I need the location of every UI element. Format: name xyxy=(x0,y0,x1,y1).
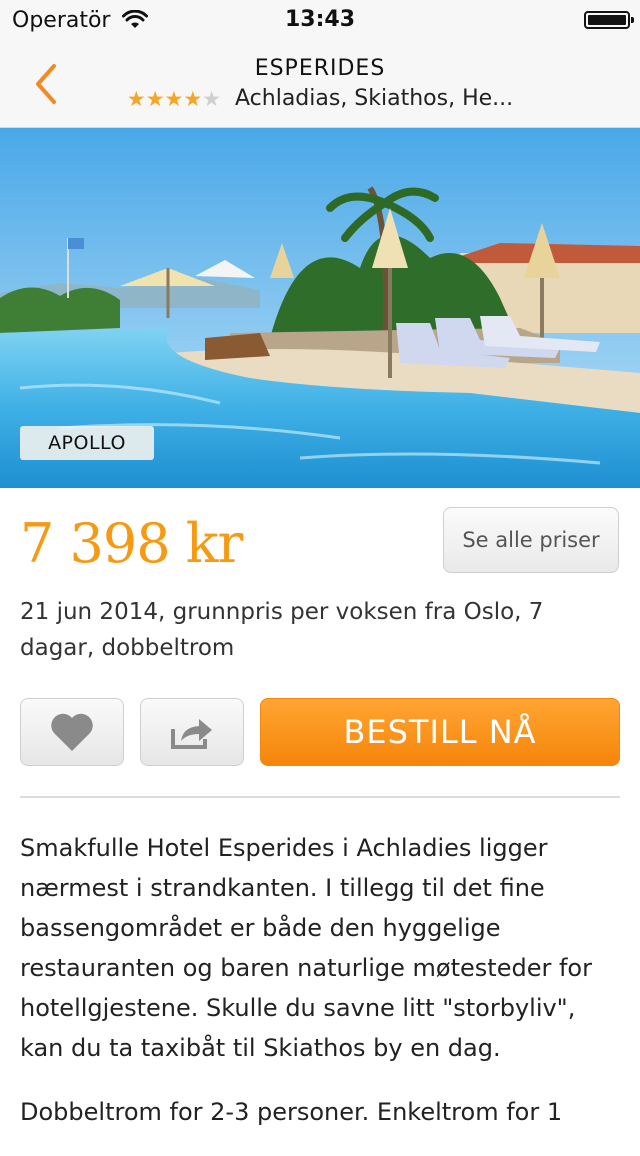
share-icon xyxy=(171,719,212,749)
star-filled-icon: ★ xyxy=(164,86,184,111)
hotel-location: Achladias, Skiathos, He... xyxy=(235,86,514,111)
star-filled-icon: ★ xyxy=(126,86,146,111)
hotel-description: Smakfulle Hotel Esperides i Achladies li… xyxy=(20,828,620,1156)
share-button[interactable] xyxy=(140,698,244,766)
see-all-prices-button[interactable]: Se alle priser xyxy=(443,507,619,573)
navigation-bar: ESPERIDES ★ ★ ★ ★ ★ Achladias, Skiathos, He.… xyxy=(0,40,640,128)
price: 7 398 kr xyxy=(20,512,243,575)
battery-icon xyxy=(584,11,634,29)
description-paragraph: Dobbeltrom for 2-3 personer. Enkeltrom f… xyxy=(20,1098,563,1126)
star-rating: ★ ★ ★ ★ ★ xyxy=(127,87,221,111)
description-paragraph: Smakfulle Hotel Esperides i Achladies li… xyxy=(20,834,592,1062)
heart-icon xyxy=(51,713,93,751)
hotel-title: ESPERIDES xyxy=(254,56,386,81)
star-filled-icon: ★ xyxy=(145,86,165,111)
hotel-photo[interactable]: APOLLO xyxy=(0,128,640,488)
status-bar: Operatör 13:43 xyxy=(0,0,640,40)
star-filled-icon: ★ xyxy=(183,86,203,111)
hotel-subtitle: ★ ★ ★ ★ ★ Achladias, Skiathos, He... xyxy=(0,86,640,111)
tour-operator-badge: APOLLO xyxy=(20,426,154,460)
offer-details: 21 jun 2014, grunnpris per voksen fra Os… xyxy=(20,599,544,661)
clock: 13:43 xyxy=(284,7,356,32)
favorite-button[interactable] xyxy=(20,698,124,766)
star-empty-icon: ★ xyxy=(202,86,221,111)
book-now-button[interactable]: BESTILL NÅ xyxy=(260,698,620,766)
divider xyxy=(20,796,620,798)
